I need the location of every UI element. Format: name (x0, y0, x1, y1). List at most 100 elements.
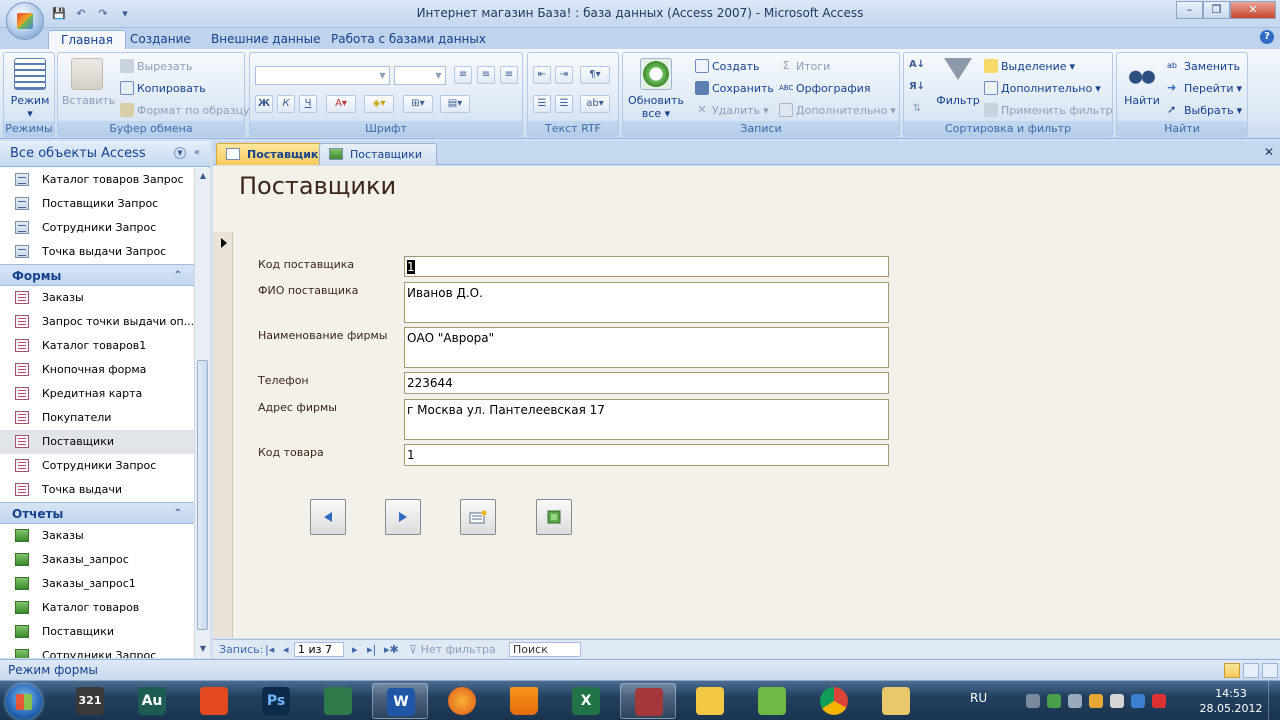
new-record-form-button[interactable] (460, 499, 496, 535)
replace-button[interactable]: ab Заменить (1167, 57, 1240, 75)
align-center-icon[interactable]: ≡ (477, 66, 495, 84)
align-left-icon[interactable]: ≡ (454, 66, 472, 84)
start-button[interactable] (6, 684, 42, 720)
goto-button[interactable]: ➜ Перейти ▾ (1167, 79, 1242, 97)
align-right-icon[interactable]: ≡ (500, 66, 518, 84)
sort-asc-icon[interactable]: A↓ (908, 57, 926, 75)
taskbar-app-access[interactable] (620, 683, 676, 719)
underline-button[interactable]: Ч (299, 95, 317, 113)
nav-item-form[interactable]: Каталог товаров1 (0, 334, 194, 358)
nav-item-form[interactable]: Точка выдачи (0, 478, 194, 502)
tray-alert-icon[interactable] (1152, 694, 1166, 708)
nav-item-form[interactable]: Сотрудники Запрос (0, 454, 194, 478)
doc-tab[interactable]: Поставщики (319, 143, 437, 165)
chevron-down-icon[interactable]: ▼ (174, 147, 186, 159)
nav-item-query[interactable]: Точка выдачи Запрос (0, 240, 194, 264)
font-size-combo[interactable]: ▼ (394, 66, 446, 85)
alt-fill-icon[interactable]: ▤▾ (440, 95, 470, 113)
tray-update-icon[interactable] (1131, 694, 1145, 708)
report-button[interactable] (536, 499, 572, 535)
supplier-name-field[interactable]: Иванов Д.О. (404, 282, 889, 323)
taskbar-app-photoshop[interactable]: Ps (248, 683, 304, 719)
indent-decrease-icon[interactable]: ⇤ (533, 66, 551, 84)
taskbar-app-publisher[interactable] (310, 683, 366, 719)
scroll-thumb[interactable] (197, 360, 208, 630)
supplier-code-field[interactable]: 1 (404, 256, 889, 277)
selection-button[interactable]: Выделение ▾ (984, 57, 1075, 75)
indent-increase-icon[interactable]: ⇥ (555, 66, 573, 84)
bold-button[interactable]: Ж (255, 95, 273, 113)
taskbar-app-excel[interactable]: X (558, 683, 614, 719)
taskbar-app-media[interactable]: 321 (62, 683, 118, 719)
search-input[interactable]: Поиск (509, 642, 581, 657)
layout-view-icon[interactable] (1243, 663, 1259, 678)
nav-item-query[interactable]: Каталог товаров Запрос (0, 168, 194, 192)
paste-button[interactable]: Вставить (62, 58, 115, 107)
taskbar-app-explorer[interactable] (868, 683, 924, 719)
nav-item-report[interactable]: Сотрудники Запрос (0, 644, 194, 658)
filter-button[interactable]: Фильтр (934, 58, 982, 107)
previous-record-button[interactable] (310, 499, 346, 535)
scroll-up-icon[interactable]: ▲ (198, 171, 208, 180)
new-record-nav-icon[interactable]: ▸✱ (384, 642, 399, 657)
taskbar-app-firefox[interactable] (434, 683, 490, 719)
italic-button[interactable]: К (277, 95, 295, 113)
tab-home[interactable]: Главная (48, 30, 126, 49)
number-list-icon[interactable]: ☰ (555, 95, 573, 113)
tab-database-tools[interactable]: Работа с базами данных (319, 30, 498, 49)
phone-field[interactable]: 223644 (404, 372, 889, 394)
cut-button[interactable]: Вырезать (120, 57, 192, 75)
language-indicator[interactable]: RU (970, 691, 987, 705)
taskbar-app-network[interactable] (744, 683, 800, 719)
nav-item-report[interactable]: Заказы_запрос (0, 548, 194, 572)
spelling-button[interactable]: ABC Орфография (779, 79, 870, 97)
nav-item-form[interactable]: Запрос точки выдачи оп... (0, 310, 194, 334)
nav-item-form-selected[interactable]: Поставщики (0, 430, 194, 454)
taskbar-app-vlc[interactable] (496, 683, 552, 719)
volume-icon[interactable] (1110, 694, 1124, 708)
record-position-input[interactable]: 1 из 7 (294, 642, 344, 657)
company-address-field[interactable]: г Москва ул. Пантелеевская 17 (404, 399, 889, 440)
save-icon[interactable]: 💾 (50, 6, 68, 22)
copy-button[interactable]: Копировать (120, 79, 206, 97)
nav-group-forms[interactable]: Формы ⌃ (0, 264, 194, 286)
taskbar-app-word[interactable]: W (372, 683, 428, 719)
paragraph-icon[interactable]: ¶▾ (580, 66, 610, 84)
nav-item-query[interactable]: Сотрудники Запрос (0, 216, 194, 240)
nav-item-form[interactable]: Покупатели (0, 406, 194, 430)
new-record-button[interactable]: Создать (695, 57, 760, 75)
nav-item-form[interactable]: Кредитная карта (0, 382, 194, 406)
nav-item-report[interactable]: Поставщики (0, 620, 194, 644)
sort-desc-icon[interactable]: Я↓ (908, 79, 926, 97)
nav-item-form[interactable]: Заказы (0, 286, 194, 310)
office-button[interactable] (6, 2, 44, 40)
tray-expand-icon[interactable] (1026, 694, 1040, 708)
help-icon[interactable]: ? (1260, 30, 1274, 44)
minimize-button[interactable]: – (1176, 1, 1203, 19)
refresh-all-button[interactable]: Обновить все ▾ (625, 58, 687, 120)
nav-item-form[interactable]: Кнопочная форма (0, 358, 194, 382)
taskbar-app-audition[interactable]: Au (124, 683, 180, 719)
nav-scrollbar[interactable]: ▲ ▼ (194, 168, 210, 658)
bluetooth-icon[interactable] (1068, 694, 1082, 708)
format-painter-button[interactable]: Формат по образцу (120, 101, 250, 119)
restore-button[interactable]: ❐ (1203, 1, 1230, 19)
save-record-button[interactable]: Сохранить (695, 79, 774, 97)
next-record-button[interactable] (385, 499, 421, 535)
product-code-field[interactable]: 1 (404, 444, 889, 466)
font-color-icon[interactable]: A▾ (326, 95, 356, 113)
fill-color-icon[interactable]: ◈▾ (364, 95, 394, 113)
find-button[interactable]: Найти (1119, 58, 1165, 107)
nav-item-report[interactable]: Заказы_запрос1 (0, 572, 194, 596)
tab-create[interactable]: Создание (118, 30, 203, 49)
close-document-icon[interactable]: ✕ (1264, 145, 1274, 159)
tray-app-icon[interactable] (1047, 694, 1061, 708)
advanced-filter-button[interactable]: Дополнительно ▾ (984, 79, 1101, 97)
form-view-icon[interactable] (1224, 663, 1240, 678)
show-desktop-button[interactable] (1268, 681, 1280, 720)
apply-filter-button[interactable]: Применить фильтр (984, 101, 1113, 119)
nav-group-reports[interactable]: Отчеты ⌃ (0, 502, 194, 524)
filter-status[interactable]: ⊽ Нет фильтра (409, 642, 496, 657)
last-record-icon[interactable]: ▸| (367, 642, 376, 657)
delete-record-button[interactable]: ✕ Удалить ▾ (695, 101, 768, 119)
